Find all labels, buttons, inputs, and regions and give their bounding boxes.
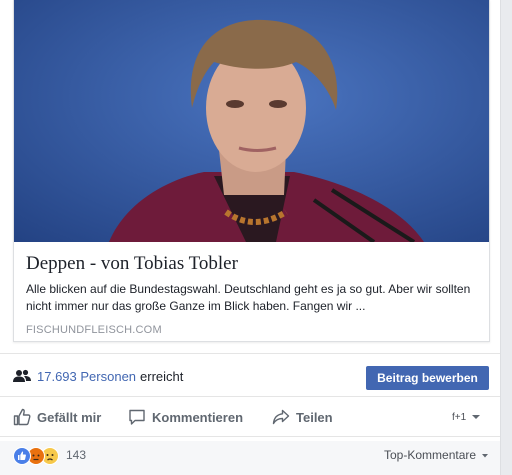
share-button[interactable]: Teilen: [272, 405, 333, 429]
comment-button[interactable]: Kommentieren: [128, 405, 243, 429]
like-label: Gefällt mir: [37, 409, 102, 425]
link-description: Alle blicken auf die Bundestagswahl. Deu…: [26, 282, 471, 313]
reaction-count[interactable]: 143: [66, 448, 86, 462]
comment-sort-label: Top-Kommentare: [384, 448, 477, 462]
reach-stats: 17.693 Personen erreicht: [13, 366, 183, 386]
comment-label: Kommentieren: [152, 409, 244, 425]
divider: [0, 396, 500, 397]
link-title[interactable]: Deppen - von Tobias Tobler: [26, 252, 481, 276]
share-label: Teilen: [296, 409, 333, 425]
audience-selector[interactable]: f+1: [452, 405, 482, 429]
thumbs-up-icon: [13, 408, 31, 426]
portrait-illustration: [14, 0, 489, 242]
like-button[interactable]: Gefällt mir: [13, 405, 101, 429]
people-icon: [13, 369, 31, 382]
chevron-down-icon: [472, 415, 481, 419]
share-icon: [272, 409, 290, 425]
reach-count[interactable]: 17.693 Personen: [37, 369, 136, 384]
divider: [0, 436, 500, 437]
reaction-icons[interactable]: [13, 447, 59, 465]
comment-icon: [129, 409, 145, 425]
link-domain: FISCHUNDFLEISCH.COM: [26, 324, 162, 336]
reach-label: erreicht: [140, 368, 184, 384]
divider: [0, 353, 500, 354]
link-preview-card[interactable]: Deppen - von Tobias Tobler Alle blicken …: [13, 0, 490, 342]
link-preview-text: Deppen - von Tobias Tobler Alle blicken …: [26, 252, 481, 336]
comment-sort-dropdown[interactable]: Top-Kommentare: [384, 448, 489, 462]
promote-post-button[interactable]: Beitrag bewerben: [366, 366, 489, 390]
facebook-post: Deppen - von Tobias Tobler Alle blicken …: [0, 0, 501, 475]
post-actions: Gefällt mir Kommentieren Teilen f+1: [0, 401, 500, 433]
audience-label: f+1: [452, 411, 467, 423]
reactions-bar: 143 Top-Kommentare: [0, 441, 500, 475]
chevron-down-icon: [482, 453, 489, 458]
link-preview-image[interactable]: [14, 0, 489, 242]
like-reaction-icon: [13, 447, 31, 465]
